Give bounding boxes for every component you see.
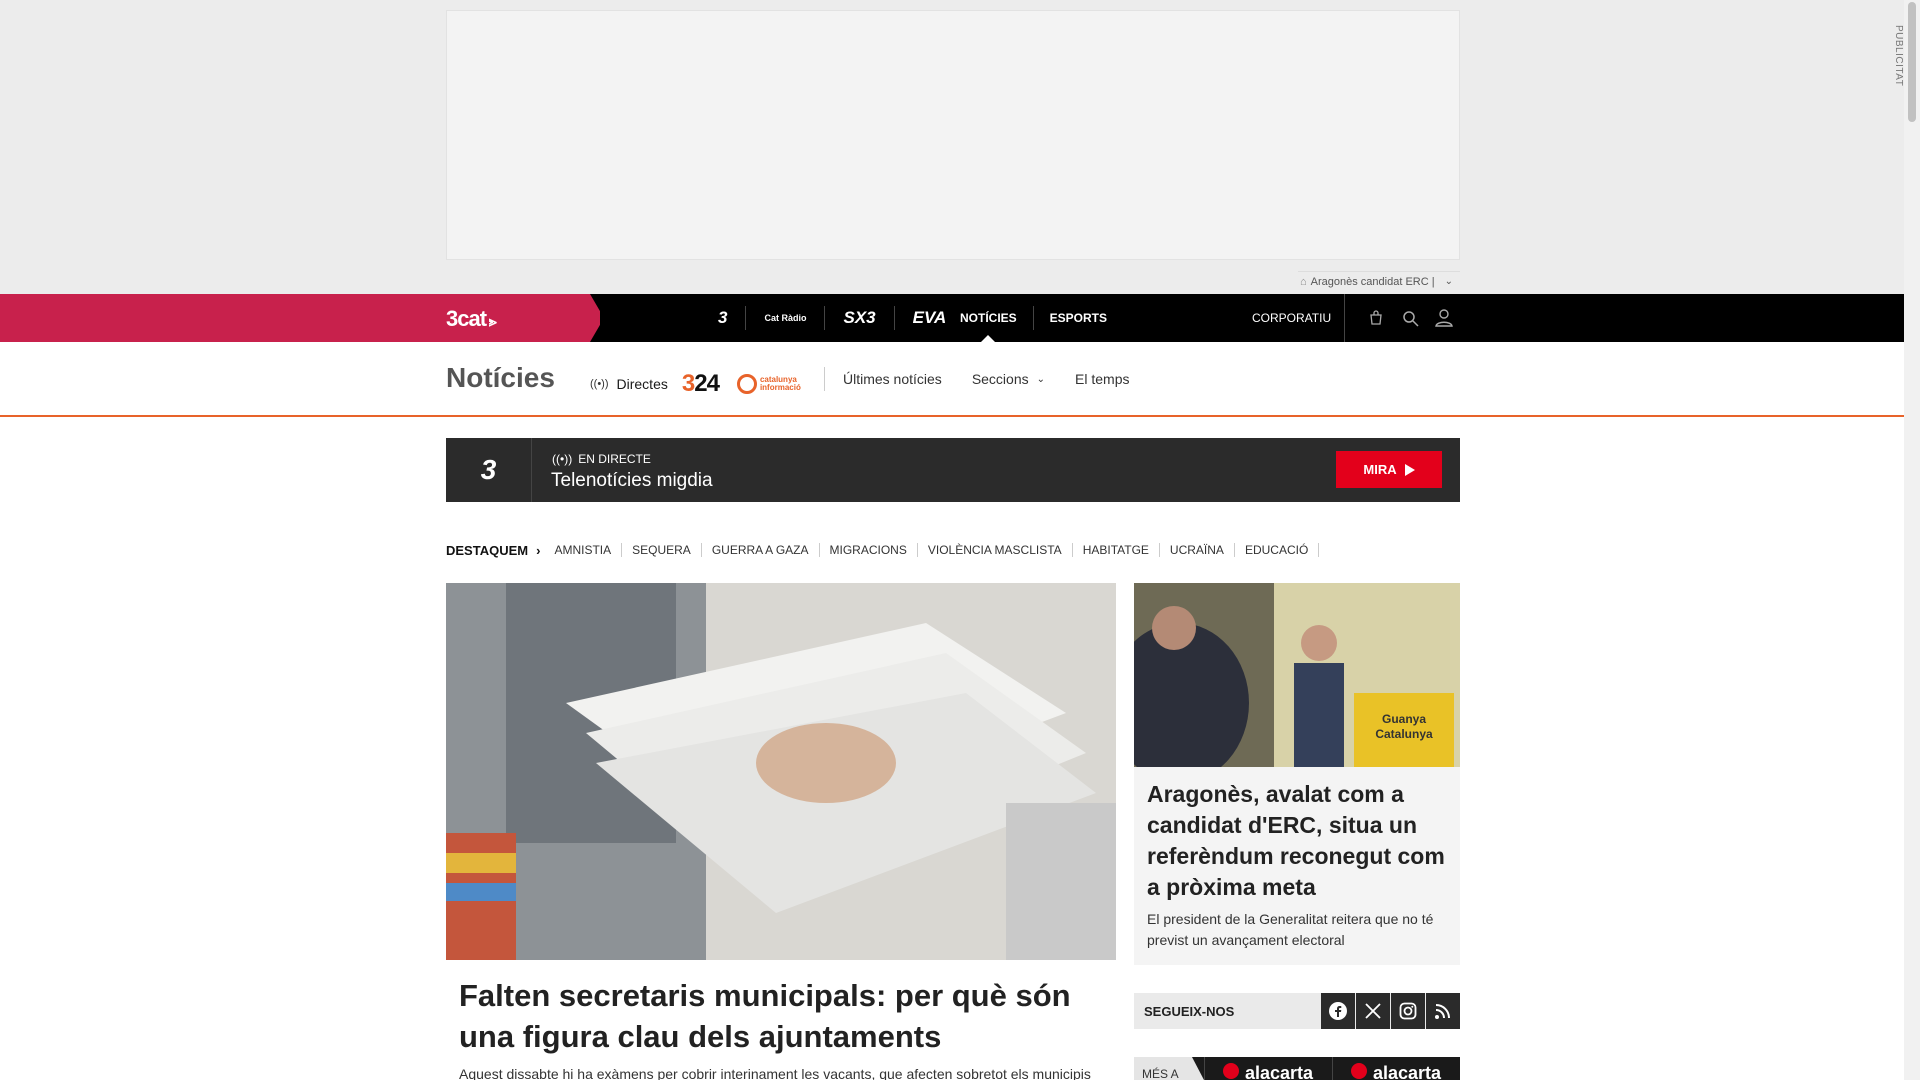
ad-topic-tag[interactable]: ⌂ Aragonès candidat ERC | ⌄ [1298,271,1460,291]
featured-label[interactable]: DESTAQUEM › [446,543,540,558]
more-at-label: MÉS A [1134,1057,1204,1080]
tv3-logo: 3 [446,438,532,502]
topic-amnistia[interactable]: AMNISTIA [544,543,623,557]
catalunya-informacio-logo[interactable]: catalunya informació [736,374,801,394]
alacarta-tab-2-label: alacarta [1373,1063,1442,1080]
social-follow-bar: SEGUEIX-NOS [1134,993,1460,1029]
instagram-icon[interactable] [1391,993,1425,1029]
page-title: Notícies [446,362,555,393]
channel-catradio[interactable]: Cat Ràdio [746,306,826,330]
x-icon[interactable] [1356,993,1390,1029]
nav-seccions[interactable]: Seccions ⌄ [954,371,1057,387]
side-image-sign-line2: Catalunya [1375,727,1433,741]
scrollbar-thumb[interactable] [1908,2,1916,122]
featured-label-text: DESTAQUEM [446,542,529,558]
alacarta-tab-1[interactable]: alacarta [1204,1057,1332,1080]
alacarta-tab-1-label: alacarta [1245,1063,1314,1080]
side-article-card[interactable]: Guanya Catalunya Aragonès, avalat com a … [1134,583,1460,965]
social-label: SEGUEIX-NOS [1144,1003,1235,1019]
3cat-logo[interactable]: 3cat ⪢ [446,306,497,332]
topic-sequera[interactable]: SEQUERA [622,543,702,557]
directes-link[interactable]: ((•)) Directes 324 catalunya informació [590,370,801,398]
advertisement-label: PUBLICITAT [1893,25,1904,87]
user-icon[interactable] [1427,306,1461,330]
tag-icon: ⌂ [1300,275,1307,288]
topic-guerra-gaza[interactable]: GUERRA A GAZA [702,543,820,557]
search-icon[interactable] [1393,306,1427,330]
seccions-label: Seccions [971,371,1029,387]
advertisement-slot[interactable]: PUBLICITAT [446,10,1904,260]
ci-circle-icon [736,374,757,394]
section-nav: Últimes notícies Seccions ⌄ El temps [824,367,1141,391]
main-article-image[interactable] [446,583,1116,960]
broadcast-icon: ((•)) [590,378,609,390]
live-label: ((•)) EN DIRECTE [552,452,651,466]
topic-migracions[interactable]: MIGRACIONS [820,543,918,557]
nav-icons [1344,294,1461,342]
advertisement-band: PUBLICITAT ⌂ Aragonès candidat ERC | ⌄ [0,0,1904,294]
topic-violencia-masclista[interactable]: VIOLÈNCIA MASCLISTA [918,543,1073,557]
section-header: Notícies ((•)) Directes 324 catalunya inf… [0,342,1904,417]
324-logo[interactable]: 324 [681,370,720,398]
featured-topics: DESTAQUEM › AMNISTIA SEQUERA GUERRA A GAZ… [446,540,1320,560]
watch-button-label: MIRA [1363,462,1397,477]
main-article-title[interactable]: Falten secretaris municipals: per què só… [459,975,1099,1057]
nav-noticies[interactable]: NOTÍCIES [944,306,1034,342]
ci-line2: informació [759,383,801,392]
topic-habitatge[interactable]: HABITATGE [1073,543,1160,557]
alacarta-tab-2[interactable]: alacarta [1332,1057,1460,1080]
brand-band [0,294,600,342]
nav-esports[interactable]: ESPORTS [1034,306,1123,330]
nav-el-temps[interactable]: El temps [1057,371,1141,387]
channel-list: 3 Cat Ràdio SX3 EVA [700,294,964,342]
main-nav-links: NOTÍCIES ESPORTS [944,294,1123,342]
side-image-sign-line1: Guanya [1382,712,1426,726]
more-at-bar: MÉS A alacarta alacarta [1134,1057,1460,1080]
page-scrollbar[interactable] [1904,0,1920,1080]
top-navigation: 3cat ⪢ 3 Cat Ràdio SX3 EVA NOTÍCIES ESPO… [0,294,1904,342]
play-icon [1404,463,1415,476]
broadcast-icon: ((•)) [552,452,573,466]
side-article-subtitle: El president de la Generalitat reitera q… [1147,911,1434,948]
live-label-text: EN DIRECTE [578,452,651,466]
watch-button[interactable]: MIRA [1336,451,1442,488]
main-article-subtitle: Aquest dissabte hi ha exàmens per cobrir… [459,1066,1091,1080]
topic-educacio[interactable]: EDUCACIÓ [1235,543,1320,557]
channel-sx3[interactable]: SX3 [825,306,895,330]
chevron-down-icon: ⌄ [1036,373,1046,385]
shopping-bag-icon[interactable] [1359,306,1393,330]
ad-topic-text: Aragonès candidat ERC | [1310,275,1435,288]
3cat-dot-icon [1223,1063,1239,1079]
channel-tv3[interactable]: 3 [700,306,747,330]
directes-label: Directes [616,376,668,392]
logo-324-three: 3 [681,370,695,397]
live-program-title: Telenotícies migdia [551,470,713,491]
3cat-dot-icon [1351,1063,1367,1079]
nav-corporatiu[interactable]: CORPORATIU [1252,294,1331,342]
chevron-right-icon: › [536,542,541,558]
brand-text: 3cat [446,306,487,331]
nav-ultimes-noticies[interactable]: Últimes notícies [825,371,954,387]
facebook-icon[interactable] [1321,993,1355,1029]
live-banner[interactable]: 3 ((•)) EN DIRECTE Telenotícies migdia M… [446,438,1460,502]
side-article-image[interactable]: Guanya Catalunya [1134,583,1460,767]
topic-ucraina[interactable]: UCRAÏNA [1160,543,1235,557]
rss-icon[interactable] [1426,993,1460,1029]
side-article-title[interactable]: Aragonès, avalat com a candidat d'ERC, s… [1147,779,1452,903]
chevron-down-icon[interactable]: ⌄ [1445,276,1453,287]
logo-324-24: 24 [694,370,720,397]
